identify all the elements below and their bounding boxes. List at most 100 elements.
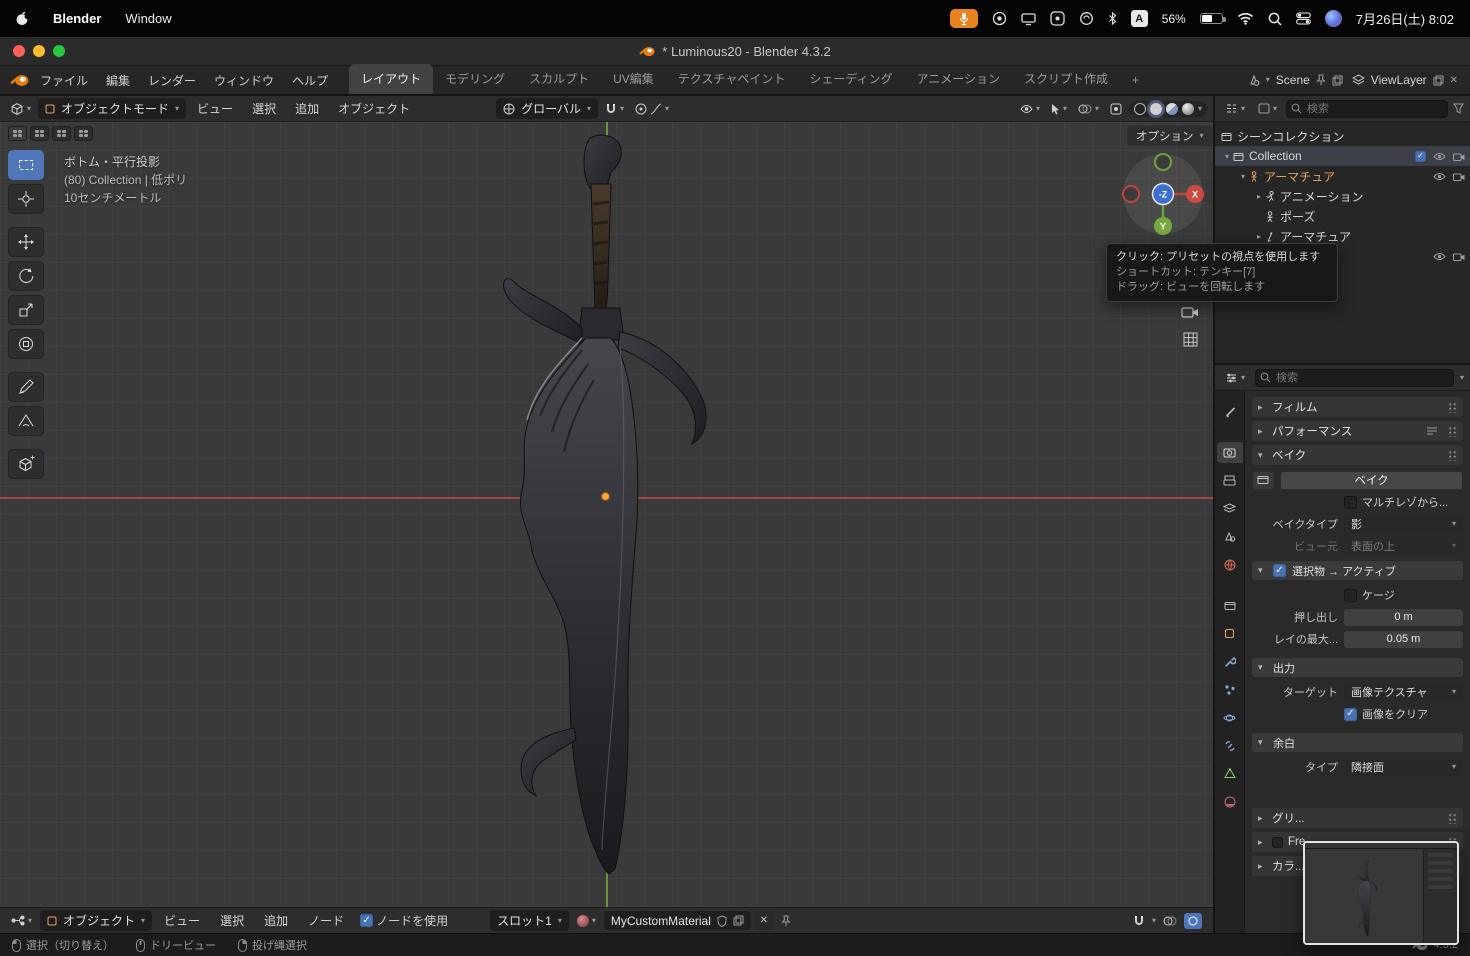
display-mirroring-icon[interactable] xyxy=(1021,11,1036,26)
pin-node-tree-button[interactable] xyxy=(777,913,795,929)
outliner-search-input[interactable] xyxy=(1286,99,1448,118)
outliner-label[interactable]: アーマチュア xyxy=(1280,228,1351,245)
from-multires-checkbox[interactable] xyxy=(1344,495,1357,509)
subpanel-output[interactable]: ▾ 出力 xyxy=(1252,658,1463,677)
browse-material-button[interactable]: ▾ xyxy=(573,913,600,929)
toggle-orthographic-button[interactable] xyxy=(1178,328,1202,350)
selected-to-active-checkbox[interactable]: ✓ xyxy=(1273,564,1286,577)
cage-checkbox[interactable] xyxy=(1344,588,1357,602)
scene-selector[interactable]: ▾ Scene xyxy=(1247,73,1343,87)
add-workspace-button[interactable]: + xyxy=(1120,67,1151,94)
menubar-app-name[interactable]: Blender xyxy=(53,11,101,26)
properties-editor-type-button[interactable]: ▾ xyxy=(1221,370,1249,386)
tab-material[interactable] xyxy=(1217,791,1243,812)
screen-share-pip-thumbnail[interactable] xyxy=(1303,841,1459,945)
corner-toggle-1[interactable] xyxy=(8,126,27,141)
viewport-menu-object[interactable]: オブジェクト xyxy=(330,98,418,119)
new-viewlayer-icon[interactable] xyxy=(1433,75,1444,86)
shader-snap-chevron[interactable]: ▾ xyxy=(1152,916,1156,925)
show-overlays-toggle[interactable]: ▾ xyxy=(1074,101,1103,117)
tab-view-layer[interactable] xyxy=(1217,498,1243,519)
battery-icon[interactable] xyxy=(1199,13,1226,24)
outliner-filter-icon[interactable] xyxy=(1453,103,1464,114)
outliner-display-mode-button[interactable]: ▾ xyxy=(1254,101,1281,116)
panel-bake[interactable]: ▾ ベイク xyxy=(1252,445,1463,465)
outliner-label[interactable]: アーマチュア xyxy=(1264,168,1335,185)
hide-in-viewport-icon[interactable] xyxy=(1433,252,1446,261)
shader-snap-icon[interactable] xyxy=(1133,915,1145,927)
corner-toggle-3[interactable] xyxy=(52,126,71,141)
shader-menu-node[interactable]: ノード xyxy=(300,910,352,931)
collection-exclude-checkbox[interactable]: ✓ xyxy=(1415,150,1426,162)
hide-in-viewport-icon[interactable] xyxy=(1433,172,1446,181)
disable-in-renders-icon[interactable] xyxy=(1453,172,1465,181)
unlink-material-button[interactable]: ✕ xyxy=(754,911,773,930)
tab-output[interactable] xyxy=(1217,470,1243,491)
preset-list-icon[interactable] xyxy=(1426,426,1438,436)
shader-menu-view[interactable]: ビュー xyxy=(156,910,208,931)
workspace-tab-texture-paint[interactable]: テクスチャペイント xyxy=(666,64,798,94)
workspace-tab-sculpting[interactable]: スカルプト xyxy=(517,64,601,94)
blender-logo-icon[interactable] xyxy=(10,74,29,87)
shader-menu-add[interactable]: 追加 xyxy=(256,910,296,931)
selectability-dropdown[interactable]: ▾ xyxy=(1047,101,1071,117)
control-center-icon[interactable] xyxy=(1295,12,1311,25)
properties-search-input[interactable] xyxy=(1255,368,1454,387)
close-window-button[interactable] xyxy=(13,45,25,57)
outliner-editor-type-button[interactable]: ▾ xyxy=(1221,101,1249,116)
tool-add-cube[interactable] xyxy=(8,449,44,479)
navigation-gizmo[interactable]: X Y -Z xyxy=(1121,152,1205,236)
show-gizmo-toggle[interactable]: ▾ xyxy=(1016,102,1044,116)
tab-modifiers[interactable] xyxy=(1217,651,1243,672)
panel-drag-grip[interactable] xyxy=(1448,401,1457,413)
extrusion-field[interactable]: 0 m xyxy=(1344,608,1463,626)
spotlight-icon[interactable] xyxy=(1268,12,1282,26)
use-nodes-checkbox[interactable]: ✓ ノードを使用 xyxy=(356,910,452,931)
toggle-camera-view-button[interactable] xyxy=(1178,300,1202,322)
disable-in-renders-icon[interactable] xyxy=(1453,152,1465,161)
mode-dropdown[interactable]: オブジェクトモード ▾ xyxy=(38,98,187,119)
corner-toggle-2[interactable] xyxy=(30,126,49,141)
viewport-menu-add[interactable]: 追加 xyxy=(287,98,327,119)
margin-type-dropdown[interactable]: 隣接面 ▾ xyxy=(1344,758,1463,776)
bake-button[interactable]: ベイク xyxy=(1280,470,1463,490)
tool-transform[interactable] xyxy=(8,329,44,359)
proportional-edit-toggle[interactable]: ▾ xyxy=(631,101,673,117)
workspace-tab-modeling[interactable]: モデリング xyxy=(433,64,517,94)
menu-file[interactable]: ファイル xyxy=(31,69,97,92)
tool-select-box[interactable] xyxy=(8,150,44,180)
tool-scale[interactable] xyxy=(8,295,44,325)
user-avatar-icon[interactable] xyxy=(1324,10,1342,27)
viewport-menu-view[interactable]: ビュー xyxy=(189,98,241,119)
outliner-row-pose[interactable]: ポーズ xyxy=(1215,206,1470,226)
view-from-dropdown[interactable]: 表面の上 ▾ xyxy=(1344,537,1463,555)
tab-scene[interactable] xyxy=(1217,526,1243,547)
menu-help[interactable]: ヘルプ xyxy=(283,69,337,92)
shader-menu-select[interactable]: 選択 xyxy=(212,910,252,931)
tab-constraints[interactable] xyxy=(1217,735,1243,756)
outliner-label[interactable]: ポーズ xyxy=(1280,208,1315,225)
shading-rendered-button[interactable] xyxy=(1181,102,1194,115)
menubar-clock[interactable]: 7月26日(土) 8:02 xyxy=(1356,9,1454,28)
panel-performance[interactable]: ▸ パフォーマンス xyxy=(1252,421,1463,441)
material-slot-dropdown[interactable]: スロット1 ▾ xyxy=(490,910,569,931)
tab-collection[interactable] xyxy=(1217,595,1243,616)
panel-drag-grip[interactable] xyxy=(1448,449,1457,461)
snap-toggle[interactable]: ▾ xyxy=(601,101,628,117)
sword-model[interactable] xyxy=(470,132,740,877)
tab-render[interactable] xyxy=(1216,442,1243,463)
shader-overlay-toggle[interactable] xyxy=(1163,915,1177,927)
target-dropdown[interactable]: 画像テクスチャ ▾ xyxy=(1344,683,1463,701)
bake-context-icon-button[interactable] xyxy=(1252,470,1274,490)
outliner-label[interactable]: アニメーション xyxy=(1280,188,1364,205)
shader-type-dropdown[interactable]: オブジェクト ▾ xyxy=(40,910,153,931)
bluetooth-icon[interactable] xyxy=(1108,12,1117,25)
tab-physics[interactable] xyxy=(1217,707,1243,728)
subpanel-margin[interactable]: ▾ 余白 xyxy=(1252,733,1463,752)
screen-record-icon[interactable] xyxy=(992,11,1007,26)
bake-type-dropdown[interactable]: 影 ▾ xyxy=(1344,515,1463,533)
panel-film[interactable]: ▸ フィルム xyxy=(1252,397,1463,417)
properties-options-chevron[interactable]: ▾ xyxy=(1460,373,1464,382)
tab-object-data[interactable] xyxy=(1217,763,1243,784)
scene-name[interactable]: Scene xyxy=(1276,73,1310,87)
